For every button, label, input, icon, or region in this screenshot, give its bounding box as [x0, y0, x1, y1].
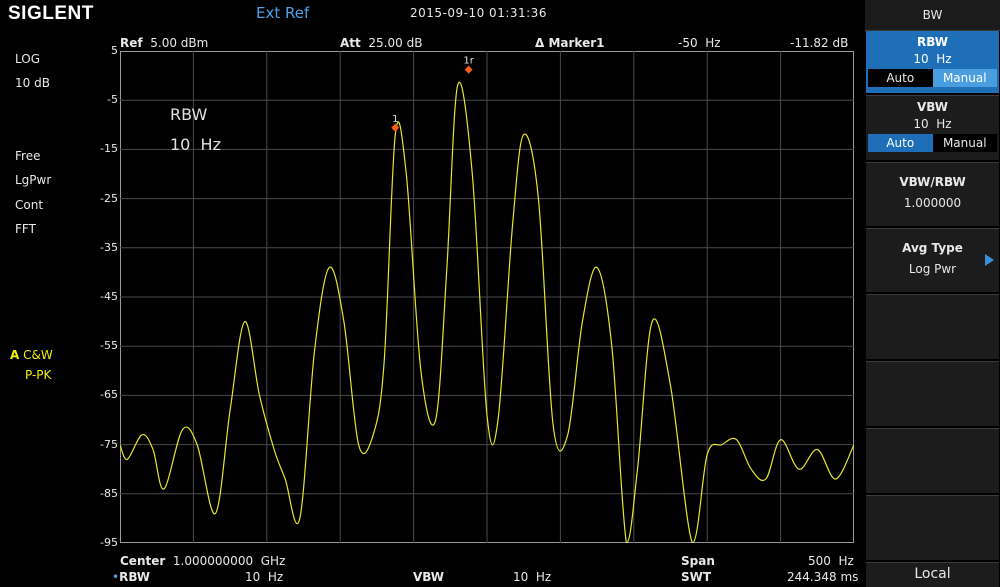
vbw-softkey[interactable]: VBW 10 Hz Auto Manual [866, 95, 999, 160]
rbw-auto-toggle[interactable]: Auto [868, 69, 933, 87]
marker-label: 1r [463, 56, 474, 67]
empty-softkey-8[interactable] [866, 495, 999, 560]
ref-level: Ref 5.00 dBm [120, 36, 209, 50]
avg-type-softkey[interactable]: Avg Type Log Pwr [866, 228, 999, 292]
brand-logo: SIGLENT [8, 3, 94, 24]
trace-a-mode: A C&W [10, 348, 53, 362]
scale-div: 10 dB [15, 76, 50, 90]
vbw-rbw-softkey[interactable]: VBW/RBW 1.000000 [866, 162, 999, 226]
delta-marker-label: Δ Marker1 [535, 36, 605, 50]
attenuation: Att 25.00 dB [340, 36, 423, 50]
y-tick-label: -65 [100, 388, 118, 402]
rbw-softkey-value: 10 Hz [913, 52, 952, 66]
empty-softkey-7[interactable] [866, 428, 999, 493]
rbw-status-value: 10 Hz [245, 570, 284, 584]
rbw-overlay-value: 10 Hz [170, 135, 221, 154]
y-tick-label: -55 [100, 339, 118, 353]
menu-title: BW [865, 0, 1000, 31]
marker-label: 1 [392, 114, 398, 125]
vbw-softkey-value: 10 Hz [913, 117, 952, 131]
vbw-status-value: 10 Hz [513, 570, 552, 584]
y-tick-label: -85 [100, 486, 118, 500]
submenu-arrow-icon [985, 254, 994, 266]
trace-a-detector: P-PK [25, 368, 52, 382]
vbw-softkey-title: VBW [916, 100, 948, 114]
avg-type-softkey-value: Log Pwr [908, 262, 957, 276]
vbw-auto-toggle[interactable]: Auto [868, 134, 933, 152]
avg-type-softkey-title: Avg Type [902, 241, 963, 255]
scale-type: LOG [15, 52, 41, 66]
span-label: Span [681, 554, 715, 568]
ext-ref-indicator: Ext Ref [256, 4, 310, 22]
y-tick-label: -45 [100, 290, 118, 303]
y-tick-label: -15 [100, 142, 118, 156]
empty-softkey-6[interactable] [866, 361, 999, 426]
y-tick-label: -35 [100, 240, 118, 254]
vbw-status: VBW [413, 570, 445, 584]
local-button[interactable]: Local [866, 562, 999, 587]
vbw-manual-toggle[interactable]: Manual [932, 134, 997, 152]
y-tick-label: -95 [100, 536, 118, 549]
y-tick-label: -5 [107, 93, 118, 107]
sweep-type: FFT [15, 222, 36, 236]
rbw-softkey-title: RBW [917, 35, 948, 49]
swt-value: 244.348 ms [787, 570, 859, 584]
detector-mode: LgPwr [15, 173, 52, 187]
rbw-overlay-label: RBW [170, 105, 208, 124]
delta-marker-freq: -50 Hz [678, 36, 721, 50]
span-value: 500 Hz [808, 554, 854, 568]
empty-softkey-5[interactable] [866, 294, 999, 359]
trigger-mode: Free [15, 149, 41, 163]
y-tick-label: 5 [111, 44, 118, 57]
spectrum-plot[interactable]: RBW 10 Hz 1 1r [120, 51, 854, 543]
sweep-mode: Cont [15, 198, 44, 212]
swt-label: SWT [681, 570, 712, 584]
datetime-display: 2015-09-10 01:31:36 [410, 6, 547, 20]
vbw-rbw-softkey-title: VBW/RBW [899, 175, 966, 189]
y-tick-label: -75 [100, 437, 118, 451]
rbw-manual-toggle[interactable]: Manual [932, 69, 997, 87]
rbw-status: •RBW [112, 570, 151, 584]
center-freq: Center 1.000000000 GHz [120, 554, 286, 568]
y-tick-label: -25 [100, 191, 118, 205]
delta-marker-amp: -11.82 dB [790, 36, 849, 50]
vbw-rbw-softkey-value: 1.000000 [903, 196, 962, 210]
rbw-softkey[interactable]: RBW 10 Hz Auto Manual [866, 30, 999, 93]
